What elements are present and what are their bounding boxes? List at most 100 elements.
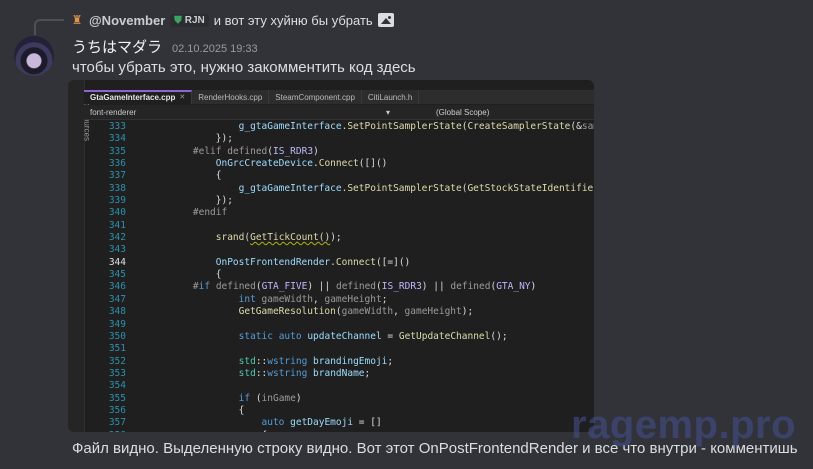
code-line[interactable]: 346 #if defined(GTA_FIVE) || defined(IS_…: [84, 281, 594, 293]
line-number: 345: [108, 269, 126, 281]
code-editor[interactable]: 333 g_gtaGameInterface.SetPointSamplerSt…: [84, 121, 594, 432]
code-text: #if defined(GTA_FIVE) || defined(IS_RDR3…: [192, 281, 537, 293]
tab-renderhooks-cpp[interactable]: RenderHooks.cpp: [192, 90, 270, 104]
code-text: std::wstring brandingEmoji;: [238, 355, 394, 367]
line-number: 348: [108, 306, 126, 318]
code-line[interactable]: 347 int gameWidth, gameHeight;: [84, 294, 594, 306]
editor-tab-bar: GtaGameInterface.cpp ✕ RenderHooks.cpp Stea…: [84, 90, 594, 104]
line-number: 334: [108, 133, 126, 145]
image-attachment[interactable]: Data Sources GtaGameInterface.cpp✕ Render…: [68, 80, 594, 432]
code-text: });: [170, 195, 233, 207]
code-text: auto getDayEmoji = []: [261, 417, 382, 429]
tab-citilaunch-h[interactable]: CitiLaunch.h: [362, 90, 420, 104]
shield-icon: ⛊: [174, 14, 182, 26]
code-text: #endif: [192, 207, 228, 219]
code-line[interactable]: 353 std::wstring brandName;: [84, 368, 594, 380]
tab-label: RenderHooks.cpp: [198, 92, 263, 102]
line-number: 354: [108, 380, 126, 392]
code-line[interactable]: 352 std::wstring brandingEmoji;: [84, 356, 594, 368]
data-sources-panel[interactable]: Data Sources: [68, 80, 92, 432]
code-text: #elif defined(IS_RDR3): [192, 145, 319, 157]
image-icon: [377, 13, 394, 27]
message-text: чтобы убрать это, нужно закомментить код…: [72, 59, 416, 76]
code-line[interactable]: 357 auto getDayEmoji = []: [84, 417, 594, 429]
line-number: 338: [108, 182, 126, 194]
code-line[interactable]: 339 });: [84, 195, 594, 207]
line-number: 353: [108, 367, 126, 379]
code-line[interactable]: 350 static auto updateChannel = GetUpdat…: [84, 331, 594, 343]
line-number: 336: [108, 158, 126, 170]
tab-gtagameinterface-cpp[interactable]: GtaGameInterface.cpp ✕: [84, 90, 193, 104]
line-number: 341: [108, 219, 126, 231]
code-line[interactable]: 336 OnGrcCreateDevice.Connect([](): [84, 158, 594, 170]
code-text: });: [170, 133, 233, 145]
code-line[interactable]: 356 {: [84, 405, 594, 417]
chevron-down-icon: ▾: [385, 107, 390, 117]
code-line[interactable]: 348 GetGameResolution(gameWidth, gameHei…: [84, 306, 594, 318]
code-line[interactable]: 351: [84, 343, 594, 355]
line-number: 351: [108, 343, 126, 355]
code-text: {: [170, 170, 222, 182]
code-text: static auto updateChannel = GetUpdateCha…: [238, 330, 508, 342]
code-line[interactable]: 340 #endif: [84, 207, 594, 219]
code-text: OnPostFrontendRender.Connect([=](): [215, 256, 411, 268]
code-text: std::wstring brandName;: [238, 367, 371, 379]
line-number: 339: [108, 195, 126, 207]
code-text: OnGrcCreateDevice.Connect([](): [215, 158, 388, 170]
scope-dropdown[interactable]: font-renderer ▾: [84, 108, 396, 117]
line-number: 358: [100, 430, 126, 432]
code-line[interactable]: 344 OnPostFrontendRender.Connect([=](): [84, 257, 594, 269]
code-line[interactable]: 334 });: [84, 133, 594, 145]
code-line[interactable]: 337 {: [84, 170, 594, 182]
code-text: int gameWidth, gameHeight;: [238, 293, 388, 305]
code-text: {: [170, 404, 245, 416]
line-number: 350: [108, 330, 126, 342]
code-text: srand(GetTickCount());: [215, 232, 342, 244]
line-number: 347: [108, 293, 126, 305]
scope-dropdown-value: font-renderer: [90, 107, 137, 117]
tab-label: GtaGameInterface.cpp: [90, 92, 176, 102]
code-line[interactable]: 335 #elif defined(IS_RDR3): [84, 146, 594, 158]
code-line[interactable]: 349: [84, 319, 594, 331]
line-number: 343: [108, 244, 126, 256]
line-number: 340: [108, 207, 126, 219]
server-tag-badge[interactable]: ⛊ RJN: [170, 13, 209, 27]
global-scope-dropdown[interactable]: (Global Scope): [396, 108, 489, 117]
reply-spine: [34, 19, 64, 35]
close-icon[interactable]: ✕: [179, 93, 185, 101]
watermark: ragemp.pro: [571, 403, 797, 447]
code-line[interactable]: 354: [84, 380, 594, 392]
line-number: 337: [108, 170, 126, 182]
timestamp: 02.10.2025 19:33: [172, 43, 258, 55]
tab-steamcomponent-cpp[interactable]: SteamComponent.cpp: [269, 90, 362, 104]
line-number: 357: [108, 417, 126, 429]
navigation-bar: font-renderer ▾ (Global Scope): [84, 105, 594, 120]
username[interactable]: うちはマダラ: [72, 36, 162, 57]
code-text: if (inGame): [238, 392, 302, 404]
line-number: 342: [108, 232, 126, 244]
reply-author[interactable]: @November: [89, 13, 165, 28]
code-text: {: [170, 269, 222, 281]
code-line[interactable]: 358 {: [84, 430, 594, 432]
code-line[interactable]: 342 srand(GetTickCount());: [84, 232, 594, 244]
line-number: 335: [108, 145, 126, 157]
server-tag-label: RJN: [184, 14, 205, 26]
code-line[interactable]: 355 if (inGame): [84, 393, 594, 405]
code-line[interactable]: 341: [84, 220, 594, 232]
tab-label: CitiLaunch.h: [367, 92, 413, 102]
tab-label: SteamComponent.cpp: [275, 92, 355, 102]
reply-avatar-icon: ♜: [71, 13, 83, 27]
reply-preview[interactable]: ♜ @November ⛊ RJN и вот эту хуйню бы убр…: [70, 10, 394, 30]
reply-text[interactable]: и вот эту хуйню бы убрать: [214, 13, 373, 28]
line-number: 356: [108, 404, 126, 416]
code-line[interactable]: 333 g_gtaGameInterface.SetPointSamplerSt…: [84, 121, 594, 133]
line-number: 344: [108, 256, 126, 268]
global-scope-value: (Global Scope): [436, 107, 490, 117]
message-header: うちはマダラ 02.10.2025 19:33: [72, 36, 258, 57]
line-number: 355: [108, 392, 126, 404]
code-text: GetGameResolution(gameWidth, gameHeight)…: [238, 306, 474, 318]
code-line[interactable]: 343: [84, 244, 594, 256]
code-line[interactable]: 338 g_gtaGameInterface.SetPointSamplerSt…: [84, 183, 594, 195]
avatar[interactable]: [14, 36, 54, 76]
code-line[interactable]: 345 {: [84, 269, 594, 281]
